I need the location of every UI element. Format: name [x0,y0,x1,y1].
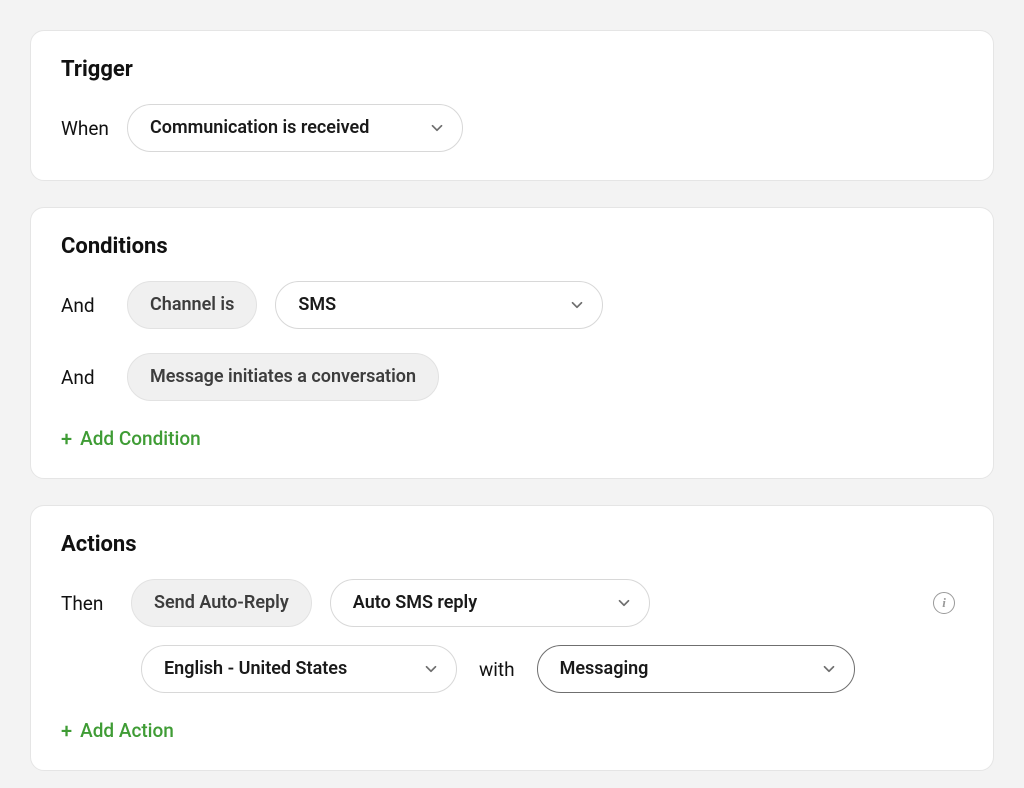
chevron-down-icon [615,594,633,612]
condition-chip-channel[interactable]: Channel is [127,281,257,329]
action-template-select[interactable]: Auto SMS reply [330,579,650,627]
trigger-title: Trigger [61,57,963,82]
actions-card: Actions Then Send Auto-Reply Auto SMS re… [30,505,994,771]
action-row-1: English - United States with Messaging [61,645,963,693]
chevron-down-icon [428,119,446,137]
action-language-select[interactable]: English - United States [141,645,457,693]
plus-icon: + [61,429,72,449]
action-service-select-label: Messaging [560,660,649,678]
actions-title: Actions [61,532,963,557]
chevron-down-icon [568,296,586,314]
condition-channel-select[interactable]: SMS [275,281,603,329]
condition-row-0: And Channel is SMS [61,281,963,329]
action-service-select[interactable]: Messaging [537,645,855,693]
action-language-select-label: English - United States [164,660,347,678]
condition-prefix-1: And [61,366,109,389]
plus-icon: + [61,721,72,741]
trigger-prefix: When [61,117,109,140]
info-icon[interactable]: i [933,592,955,614]
conditions-title: Conditions [61,234,963,259]
action-template-select-label: Auto SMS reply [353,594,477,612]
condition-chip-initiates[interactable]: Message initiates a conversation [127,353,439,401]
chevron-down-icon [422,660,440,678]
trigger-row: When Communication is received [61,104,963,152]
add-action-button[interactable]: + Add Action [61,719,174,742]
add-condition-button[interactable]: + Add Condition [61,427,201,450]
trigger-select-label: Communication is received [150,119,369,137]
condition-prefix-0: And [61,294,109,317]
trigger-card: Trigger When Communication is received [30,30,994,181]
add-action-label: Add Action [80,719,174,742]
action-chip-autoreply[interactable]: Send Auto-Reply [131,579,312,627]
conditions-card: Conditions And Channel is SMS And Messag… [30,207,994,479]
condition-row-1: And Message initiates a conversation [61,353,963,401]
add-condition-label: Add Condition [80,427,201,450]
condition-channel-select-label: SMS [298,296,336,314]
action-midword: with [475,658,519,681]
action-prefix: Then [61,592,113,615]
action-row-0: Then Send Auto-Reply Auto SMS reply i [61,579,963,627]
trigger-select[interactable]: Communication is received [127,104,463,152]
chevron-down-icon [820,660,838,678]
